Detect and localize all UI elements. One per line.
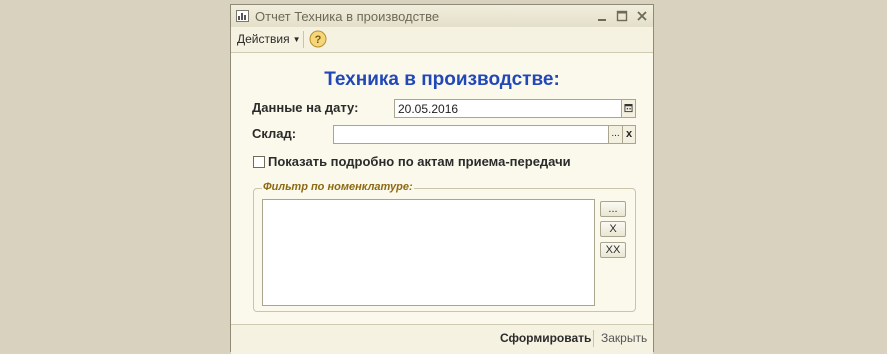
close-button[interactable]: Закрыть [601, 331, 647, 345]
toolbar-separator [303, 31, 304, 48]
filter-remove-button[interactable]: X [600, 221, 626, 237]
footer-separator [593, 330, 594, 347]
calendar-icon[interactable] [622, 99, 636, 118]
svg-text:?: ? [315, 34, 322, 46]
actions-menu-label: Действия [237, 32, 290, 46]
form-title: Техника в производстве: [324, 69, 560, 90]
generate-button[interactable]: Сформировать [500, 331, 591, 345]
details-checkbox[interactable] [253, 156, 265, 168]
actions-menu[interactable]: Действия ▼ [237, 32, 301, 46]
details-checkbox-label[interactable]: Показать подробно по актам приема-переда… [268, 154, 571, 169]
chevron-down-icon: ▼ [292, 35, 301, 44]
filter-select-button[interactable]: ... [600, 201, 626, 217]
sklad-select-button[interactable]: ... [609, 125, 623, 144]
title-bar[interactable]: Отчет Техника в производстве [231, 5, 653, 28]
filter-group-legend: Фильтр по номенклатуре: [262, 181, 414, 193]
maximize-icon[interactable] [614, 8, 630, 24]
report-icon [236, 10, 249, 22]
nomenclature-list[interactable] [262, 199, 595, 306]
close-icon[interactable] [634, 8, 650, 24]
date-field[interactable]: 20.05.2016 [394, 99, 622, 118]
toolbar: Действия ▼ ? [231, 27, 653, 53]
sklad-clear-button[interactable]: x [623, 125, 636, 144]
nomenclature-filter-group: Фильтр по номенклатуре: ... X XX [253, 181, 636, 312]
report-window: Отчет Техника в производстве Действия ▼ ?… [230, 4, 654, 354]
help-icon[interactable]: ? [309, 30, 327, 48]
sklad-field[interactable] [333, 125, 609, 144]
sklad-label: Склад: [252, 126, 297, 141]
date-label: Данные на дату: [252, 100, 359, 115]
window-title: Отчет Техника в производстве [255, 9, 440, 24]
filter-remove-all-button[interactable]: XX [600, 242, 626, 258]
minimize-icon[interactable] [594, 8, 610, 24]
footer-bar: Сформировать Закрыть [231, 324, 653, 354]
